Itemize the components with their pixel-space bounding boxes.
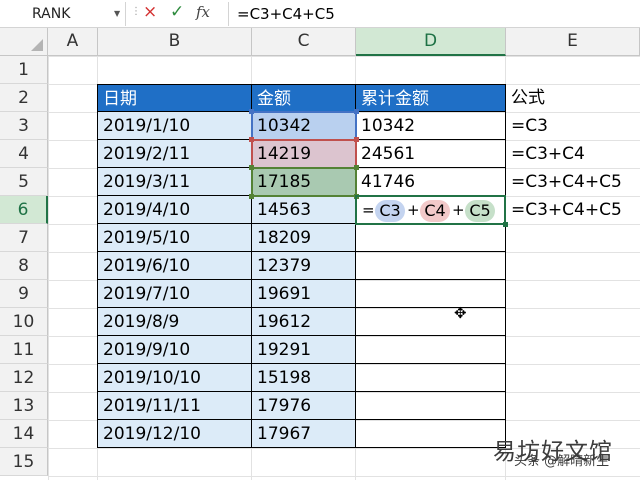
cumulative-cell[interactable]: 41746 bbox=[356, 168, 506, 196]
cancel-icon[interactable]: × bbox=[143, 2, 157, 22]
amount-cell[interactable]: 17976 bbox=[252, 392, 356, 420]
cumulative-cell[interactable] bbox=[356, 392, 506, 420]
amount-cell[interactable]: 19691 bbox=[252, 280, 356, 308]
date-cell[interactable]: 2019/3/11 bbox=[97, 168, 252, 196]
row-header-15[interactable]: 15 bbox=[0, 448, 48, 476]
watermark-author: 头条 @解晴新生 bbox=[514, 454, 610, 469]
header-cumulative[interactable]: 累计金额 bbox=[356, 84, 506, 112]
date-cell[interactable]: 2019/10/10 bbox=[97, 364, 252, 392]
amount-cell[interactable]: 19612 bbox=[252, 308, 356, 336]
cursor-crosshair-icon: ✥ bbox=[454, 304, 467, 322]
row-header-13[interactable]: 13 bbox=[0, 392, 48, 420]
row-header-5[interactable]: 5 bbox=[0, 168, 48, 196]
row-header-4[interactable]: 4 bbox=[0, 140, 48, 168]
date-cell[interactable]: 2019/2/11 bbox=[97, 140, 252, 168]
row-header-2[interactable]: 2 bbox=[0, 84, 48, 112]
date-cell[interactable]: 2019/5/10 bbox=[97, 224, 252, 252]
date-cell[interactable]: 2019/6/10 bbox=[97, 252, 252, 280]
fill-handle[interactable] bbox=[503, 222, 508, 227]
row-header-11[interactable]: 11 bbox=[0, 336, 48, 364]
date-cell[interactable]: 2019/1/10 bbox=[97, 112, 252, 140]
row-header-9[interactable]: 9 bbox=[0, 280, 48, 308]
reference-box-c3 bbox=[251, 111, 357, 141]
row-header-14[interactable]: 14 bbox=[0, 420, 48, 448]
row-header-10[interactable]: 10 bbox=[0, 308, 48, 336]
header-formula[interactable]: 公式 bbox=[506, 84, 640, 112]
date-cell[interactable]: 2019/9/10 bbox=[97, 336, 252, 364]
formula-bar: RANK ▼ ⋮ × ✓ fx =C3+C4+C5 bbox=[0, 0, 640, 28]
cumulative-cell[interactable] bbox=[356, 308, 506, 336]
row-header-3[interactable]: 3 bbox=[0, 112, 48, 140]
formula-text-cell[interactable]: =C3 bbox=[506, 112, 640, 140]
column-header-d[interactable]: D bbox=[356, 28, 506, 56]
amount-cell[interactable]: 19291 bbox=[252, 336, 356, 364]
select-all-icon bbox=[31, 39, 43, 51]
formula-text-cell[interactable]: =C3+C4+C5 bbox=[506, 196, 640, 224]
amount-cell[interactable]: 12379 bbox=[252, 252, 356, 280]
resize-handle[interactable] bbox=[249, 137, 254, 142]
reference-box-c4 bbox=[251, 139, 357, 169]
amount-cell[interactable]: 17967 bbox=[252, 420, 356, 448]
row-header-8[interactable]: 8 bbox=[0, 252, 48, 280]
date-cell[interactable]: 2019/7/10 bbox=[97, 280, 252, 308]
resize-handle[interactable] bbox=[249, 109, 254, 114]
reference-box-c5 bbox=[251, 167, 357, 197]
header-amount[interactable]: 金额 bbox=[252, 84, 356, 112]
formula-equals: = bbox=[362, 201, 375, 219]
column-header-c[interactable]: C bbox=[252, 28, 356, 56]
insert-function-icon[interactable]: fx bbox=[196, 3, 210, 21]
formula-ref-c5[interactable]: C5 bbox=[465, 200, 495, 222]
formula-ref-c3[interactable]: C3 bbox=[375, 200, 405, 222]
formula-text: =C3+C4+C5 bbox=[237, 5, 335, 23]
formula-text-cell[interactable]: =C3+C4+C5 bbox=[506, 168, 640, 196]
resize-handle[interactable] bbox=[354, 109, 359, 114]
cumulative-cell[interactable]: 10342 bbox=[356, 112, 506, 140]
amount-cell[interactable]: 15198 bbox=[252, 364, 356, 392]
cumulative-cell[interactable]: 24561 bbox=[356, 140, 506, 168]
name-box-value: RANK bbox=[32, 6, 71, 22]
name-box[interactable]: RANK ▼ bbox=[0, 2, 126, 26]
cumulative-cell[interactable] bbox=[356, 224, 506, 252]
formula-plus: + bbox=[452, 201, 465, 219]
enter-icon[interactable]: ✓ bbox=[170, 2, 184, 22]
column-header-e[interactable]: E bbox=[506, 28, 640, 56]
formula-ref-c4[interactable]: C4 bbox=[420, 200, 450, 222]
drag-handle-icon[interactable]: ⋮ bbox=[131, 6, 141, 17]
cumulative-cell[interactable] bbox=[356, 336, 506, 364]
header-date[interactable]: 日期 bbox=[97, 84, 252, 112]
resize-handle[interactable] bbox=[354, 165, 359, 170]
formula-plus: + bbox=[407, 201, 420, 219]
date-cell[interactable]: 2019/4/10 bbox=[97, 196, 252, 224]
cumulative-cell[interactable] bbox=[356, 252, 506, 280]
cumulative-cell[interactable] bbox=[356, 364, 506, 392]
amount-cell[interactable]: 18209 bbox=[252, 224, 356, 252]
column-header-b[interactable]: B bbox=[98, 28, 252, 56]
column-header-a[interactable]: A bbox=[48, 28, 98, 56]
amount-cell[interactable]: 14563 bbox=[252, 196, 356, 224]
resize-handle[interactable] bbox=[354, 137, 359, 142]
date-cell[interactable]: 2019/11/11 bbox=[97, 392, 252, 420]
chevron-down-icon[interactable]: ▼ bbox=[114, 9, 120, 18]
row-header-6[interactable]: 6 bbox=[0, 196, 48, 224]
select-all-button[interactable] bbox=[0, 28, 48, 56]
cumulative-cell[interactable] bbox=[356, 420, 506, 448]
date-cell[interactable]: 2019/8/9 bbox=[97, 308, 252, 336]
date-cell[interactable]: 2019/12/10 bbox=[97, 420, 252, 448]
resize-handle[interactable] bbox=[249, 194, 254, 199]
formula-text-cell[interactable]: =C3+C4 bbox=[506, 140, 640, 168]
row-header-12[interactable]: 12 bbox=[0, 364, 48, 392]
row-header-1[interactable]: 1 bbox=[0, 56, 48, 84]
row-header-7[interactable]: 7 bbox=[0, 224, 48, 252]
resize-handle[interactable] bbox=[249, 165, 254, 170]
cumulative-cell[interactable] bbox=[356, 280, 506, 308]
formula-input[interactable]: =C3+C4+C5 bbox=[228, 2, 640, 26]
